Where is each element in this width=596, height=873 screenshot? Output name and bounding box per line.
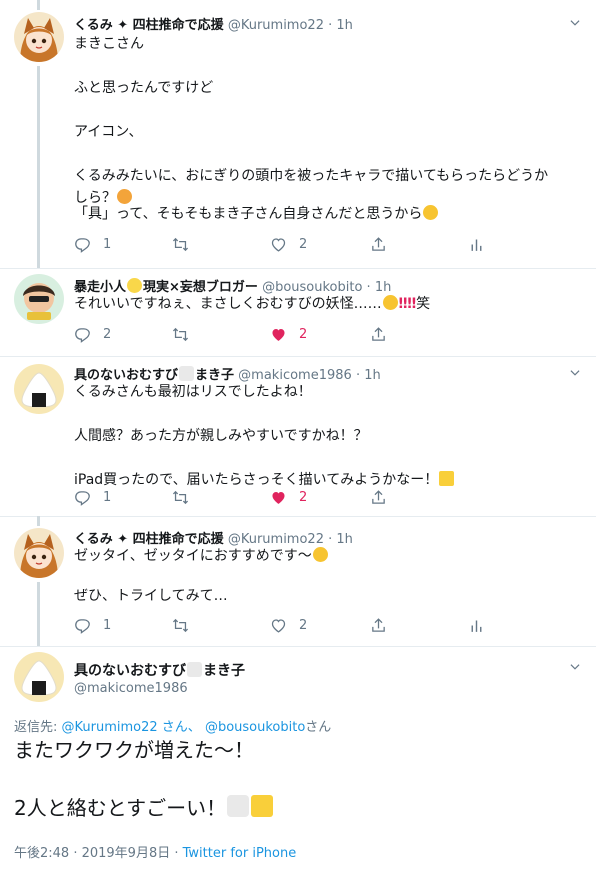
divider [0, 646, 596, 647]
chevron-down-icon[interactable] [568, 16, 582, 30]
chevron-down-icon[interactable] [568, 660, 582, 674]
retweet-icon [172, 236, 189, 253]
tweet-actions: 1 2 [74, 234, 574, 254]
tweet-text: ゼッタイ、ゼッタイにおすすめです〜 [74, 545, 574, 567]
timestamp[interactable]: 1h [336, 18, 353, 33]
chick-emoji-icon [127, 278, 143, 293]
retweet-button[interactable] [172, 324, 201, 344]
tweet-text: それいいですねぇ、まさしくおむすびの妖怪…… ‼‼笑 [74, 295, 431, 312]
share-icon [370, 236, 387, 253]
sparkles-emoji-icon [251, 795, 274, 817]
avatar[interactable] [14, 274, 64, 324]
avatar[interactable] [14, 364, 64, 414]
user-handle[interactable]: @Kurumimo22 [228, 18, 324, 33]
analytics-button[interactable] [468, 234, 485, 254]
onigiri-emoji-icon [227, 795, 250, 817]
tweet-1[interactable]: くるみ ✦ 四柱推命で応援 @Kurumimo22 · 1h まきこさん ふと思… [0, 0, 596, 268]
like-icon-active [270, 326, 287, 343]
tweet-actions: 1 2 [74, 487, 574, 507]
thread-line [37, 0, 40, 10]
divider [0, 356, 596, 357]
timestamp[interactable]: 午後2:48 · 2019年9月8日 · [14, 846, 178, 861]
source-link[interactable]: Twitter for iPhone [183, 846, 297, 861]
main-tweet-text-2: 2人と絡むとすごーい！ [14, 794, 274, 822]
retweet-button[interactable] [172, 234, 201, 254]
reply-icon [74, 326, 91, 343]
smile-emoji-icon [312, 547, 328, 562]
reply-button[interactable]: 1 [74, 615, 111, 635]
share-button[interactable] [370, 487, 387, 507]
like-button[interactable]: 2 [270, 615, 307, 635]
thread-line [37, 66, 40, 268]
tweet-meta: 午後2:48 · 2019年9月8日 · Twitter for iPhone [14, 842, 296, 861]
retweet-icon [172, 326, 189, 343]
like-icon [270, 236, 287, 253]
retweet-button[interactable] [172, 615, 201, 635]
reply-icon [74, 617, 91, 634]
tweet-text-2: ぜひ、トライしてみて… [74, 588, 228, 604]
emoji-icon [423, 205, 439, 220]
display-name[interactable]: 具のないおむすび まき子 [74, 660, 245, 680]
tweet-text: くるみさんも最初はリスでしたよね！ 人間感？あった方が親しみやすいですかね！？ … [74, 381, 574, 491]
tweet-3[interactable]: 具のないおむすび まき子 @makicome1986 · 1h くるみさんも最初は… [0, 356, 596, 516]
divider [0, 268, 596, 269]
retweet-icon [172, 489, 189, 506]
share-icon [370, 617, 387, 634]
like-icon-active [270, 489, 287, 506]
retweet-icon [172, 617, 189, 634]
onigiri-emoji-icon [187, 662, 202, 677]
sparkles-emoji-icon [439, 471, 455, 486]
tweet-actions: 1 2 [74, 615, 574, 635]
reply-user-link[interactable]: @Kurumimo22 さん、 [62, 720, 201, 735]
reply-icon [74, 236, 91, 253]
analytics-icon [468, 236, 485, 253]
reply-button[interactable]: 2 [74, 324, 111, 344]
share-icon [370, 489, 387, 506]
tweet-4[interactable]: くるみ ✦ 四柱推命で応援 @Kurumimo22 · 1h ゼッタイ、ゼッタイ… [0, 516, 596, 646]
reply-button[interactable]: 1 [74, 487, 111, 507]
divider [0, 516, 596, 517]
share-button[interactable] [370, 615, 387, 635]
like-button[interactable]: 2 [270, 324, 307, 344]
reply-user-link[interactable]: @bousoukobito [205, 720, 305, 735]
user-handle[interactable]: @makicome1986 [74, 681, 188, 696]
tweet-text: まきこさん ふと思ったんですけど アイコン、 くるみみたいに、おにぎりの頭巾を被… [74, 36, 549, 206]
reply-icon [74, 489, 91, 506]
share-button[interactable] [370, 324, 387, 344]
share-icon [370, 326, 387, 343]
like-button[interactable]: 2 [270, 487, 307, 507]
laughing-emoji-icon [382, 295, 398, 310]
tweet-header: くるみ ✦ 四柱推命で応援 @Kurumimo22 · 1h [74, 18, 353, 33]
chevron-down-icon[interactable] [568, 366, 582, 380]
avatar[interactable] [14, 12, 64, 62]
main-tweet-text: またワクワクが増えた〜！ [14, 738, 254, 762]
analytics-button[interactable] [468, 615, 485, 635]
tweet-2[interactable]: 暴走小人 現実×妄想ブロガー @bousoukobito · 1h それいいですね… [0, 268, 596, 356]
tweet-text-2: 「具」って、そもそもまき子さん自身さんだと思うから [74, 203, 574, 225]
avatar[interactable] [14, 652, 64, 702]
analytics-icon [468, 617, 485, 634]
share-button[interactable] [370, 234, 387, 254]
reply-context: 返信先: @Kurumimo22 さん、 @bousoukobitoさん [14, 720, 332, 735]
reply-button[interactable]: 1 [74, 234, 111, 254]
avatar[interactable] [14, 528, 64, 578]
onigiri-emoji-icon [179, 366, 195, 381]
thread-line [37, 516, 40, 526]
like-button[interactable]: 2 [270, 234, 307, 254]
display-name[interactable]: くるみ ✦ 四柱推命で応援 [74, 18, 224, 33]
like-icon [270, 617, 287, 634]
emoji-icon [117, 189, 132, 204]
retweet-button[interactable] [172, 487, 201, 507]
tweet-actions: 2 2 [74, 324, 574, 344]
thread-line [37, 582, 40, 646]
